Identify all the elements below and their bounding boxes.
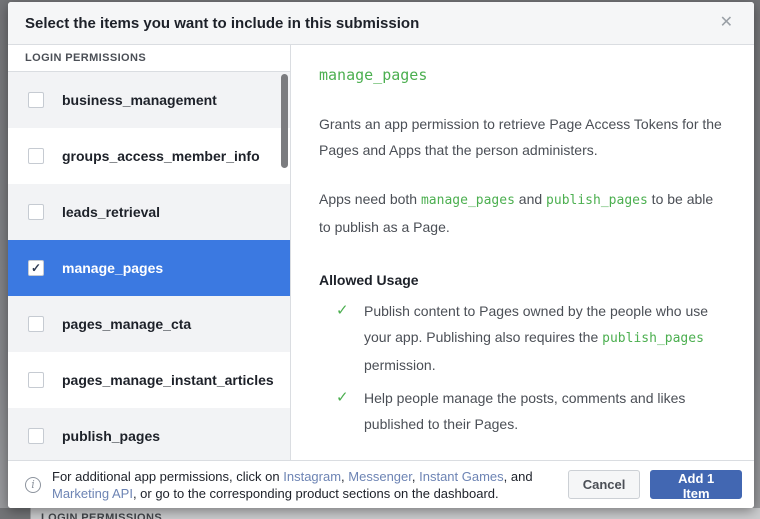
footer-note: For additional app permissions, click on… [52,468,568,502]
close-icon[interactable]: ✕ [716,13,737,33]
inline-code: publish_pages [546,193,648,208]
permission-label: pages_manage_cta [62,316,191,332]
instant-games-link[interactable]: Instant Games [419,469,504,484]
permission-label: groups_access_member_info [62,148,260,164]
checkbox[interactable] [28,372,44,388]
permission-label: manage_pages [62,260,163,276]
info-icon: i [25,477,41,493]
permission-label: publish_pages [62,428,160,444]
permission-detail-panel: manage_pages Grants an app permission to… [291,45,754,460]
check-icon: ✓ [336,298,351,378]
sidebar-item-publish-pages[interactable]: publish_pages [8,408,290,460]
permission-label: leads_retrieval [62,204,160,220]
usage-item: ✓ Help people manage the posts, comments… [319,385,726,437]
dialog-body: LOGIN PERMISSIONS business_management gr… [8,45,754,460]
inline-code: manage_pages [421,193,515,208]
sidebar-item-groups-access-member-info[interactable]: groups_access_member_info [8,128,290,184]
dialog-title: Select the items you want to include in … [25,15,419,32]
usage-text: Publish content to Pages owned by the pe… [364,298,726,378]
instagram-link[interactable]: Instagram [283,469,341,484]
login-permissions-header: LOGIN PERMISSIONS [8,45,290,72]
checkbox[interactable] [28,92,44,108]
usage-item: ✓ Publish content to Pages owned by the … [319,298,726,378]
sidebar-item-pages-manage-instant-articles[interactable]: pages_manage_instant_articles [8,352,290,408]
submission-dialog: Select the items you want to include in … [8,2,754,508]
checkbox-checked[interactable]: ✓ [28,260,44,276]
dialog-footer: i For additional app permissions, click … [8,460,754,508]
allowed-usage-heading: Allowed Usage [319,272,726,288]
cancel-button[interactable]: Cancel [568,470,641,499]
background-page: LOGIN PERMISSIONS [0,508,760,519]
check-icon: ✓ [336,385,351,437]
checkbox[interactable] [28,316,44,332]
permission-description: Grants an app permission to retrieve Pag… [319,111,726,163]
dialog-header: Select the items you want to include in … [8,2,754,45]
background-section-label: LOGIN PERMISSIONS [41,512,162,519]
footer-buttons: Cancel Add 1 Item [568,470,742,499]
permissions-list: business_management groups_access_member… [8,72,290,460]
permission-label: pages_manage_instant_articles [62,372,274,388]
usage-text: Help people manage the posts, comments a… [364,385,726,437]
permissions-list-panel: LOGIN PERMISSIONS business_management gr… [8,45,291,460]
sidebar-item-leads-retrieval[interactable]: leads_retrieval [8,184,290,240]
checkbox[interactable] [28,428,44,444]
marketing-api-link[interactable]: Marketing API [52,486,133,501]
permission-requirement-note: Apps need both manage_pages and publish_… [319,186,726,240]
checkbox[interactable] [28,204,44,220]
inline-code: publish_pages [602,331,704,346]
scrollbar-thumb[interactable] [281,74,288,168]
messenger-link[interactable]: Messenger [348,469,412,484]
sidebar-item-manage-pages[interactable]: ✓ manage_pages [8,240,290,296]
sidebar-item-pages-manage-cta[interactable]: pages_manage_cta [8,296,290,352]
permission-title: manage_pages [319,66,726,84]
sidebar-item-business-management[interactable]: business_management [8,72,290,128]
permission-label: business_management [62,92,217,108]
add-item-button[interactable]: Add 1 Item [650,470,742,499]
checkbox[interactable] [28,148,44,164]
